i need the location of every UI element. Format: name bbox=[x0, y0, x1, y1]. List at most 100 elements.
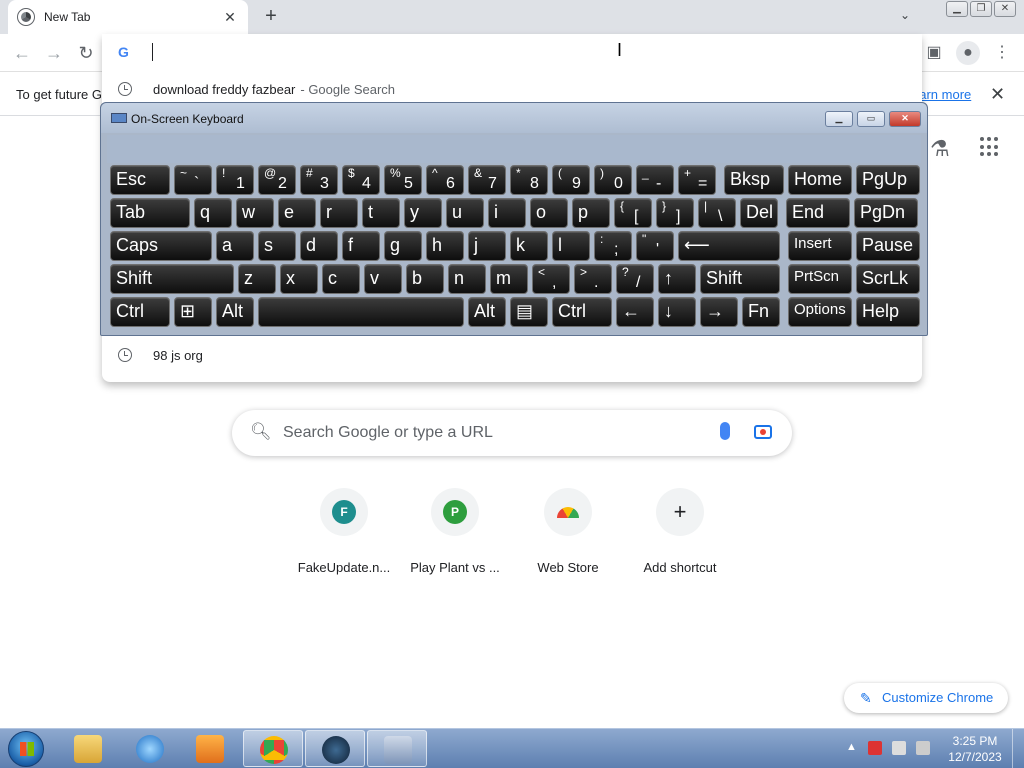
osk-key[interactable]: & 7 bbox=[468, 165, 506, 195]
osk-key[interactable]: % 5 bbox=[384, 165, 422, 195]
osk-key[interactable]: Ctrl bbox=[110, 297, 170, 327]
osk-restore-button[interactable]: ▭ bbox=[857, 111, 885, 127]
back-button[interactable]: ← bbox=[10, 41, 34, 65]
osk-key[interactable]: b bbox=[406, 264, 444, 294]
osk-key[interactable]: Help bbox=[856, 297, 920, 327]
camera-icon[interactable] bbox=[754, 425, 772, 439]
taskbar-steam[interactable] bbox=[305, 730, 365, 767]
osk-key[interactable]: Shift bbox=[110, 264, 234, 294]
osk-key[interactable]: #3 bbox=[300, 165, 338, 195]
osk-key[interactable]: e bbox=[278, 198, 316, 228]
osk-title-bar[interactable]: On-Screen Keyboard ▁ ▭ ✕ bbox=[101, 103, 927, 133]
osk-key[interactable]: Shift bbox=[700, 264, 780, 294]
osk-key[interactable]: Bksp bbox=[724, 165, 784, 195]
osk-key[interactable]: ↑ bbox=[658, 264, 696, 294]
omnibox-input[interactable] bbox=[152, 43, 153, 61]
osk-key[interactable]: → bbox=[700, 297, 738, 327]
osk-key[interactable]: n bbox=[448, 264, 486, 294]
osk-key[interactable]: + = bbox=[678, 165, 716, 195]
osk-key[interactable]: o bbox=[530, 198, 568, 228]
osk-key[interactable]: Alt bbox=[216, 297, 254, 327]
osk-key[interactable]: g bbox=[384, 231, 422, 261]
osk-key[interactable]: Alt bbox=[468, 297, 506, 327]
taskbar-ie[interactable] bbox=[120, 730, 180, 767]
microphone-icon[interactable] bbox=[720, 422, 730, 440]
osk-close-button[interactable]: ✕ bbox=[889, 111, 921, 127]
osk-key[interactable]: z bbox=[238, 264, 276, 294]
osk-key[interactable]: Del bbox=[740, 198, 778, 228]
osk-key[interactable]: ScrLk bbox=[856, 264, 920, 294]
suggestion-item[interactable]: download freddy fazbear - Google Search bbox=[102, 74, 922, 104]
osk-key[interactable]: $4 bbox=[342, 165, 380, 195]
osk-key[interactable]: End bbox=[786, 198, 850, 228]
taskbar-osk[interactable] bbox=[367, 730, 427, 767]
osk-key[interactable]: y bbox=[404, 198, 442, 228]
osk-key[interactable]: Pause bbox=[856, 231, 920, 261]
osk-key[interactable]: {[ bbox=[614, 198, 652, 228]
osk-key[interactable]: ! 1 bbox=[216, 165, 254, 195]
osk-key[interactable]: m bbox=[490, 264, 528, 294]
osk-key[interactable]: Tab bbox=[110, 198, 190, 228]
osk-key[interactable]: v bbox=[364, 264, 402, 294]
osk-key[interactable]: Caps bbox=[110, 231, 212, 261]
osk-key[interactable]: ? / bbox=[616, 264, 654, 294]
chevron-down-icon[interactable]: ⌄ bbox=[896, 8, 914, 26]
osk-key[interactable]: ⟵ bbox=[678, 231, 780, 261]
close-icon[interactable]: ✕ bbox=[990, 84, 1005, 105]
start-button[interactable] bbox=[8, 731, 44, 767]
maximize-button[interactable]: ❐ bbox=[970, 1, 992, 17]
show-hidden-icons[interactable]: ▲ bbox=[846, 741, 857, 753]
osk-key[interactable]: s bbox=[258, 231, 296, 261]
labs-flask-icon[interactable]: ⚗ bbox=[930, 136, 950, 162]
osk-key[interactable]: PgUp bbox=[856, 165, 920, 195]
osk-key[interactable]: i bbox=[488, 198, 526, 228]
ntp-search-box[interactable]: 🔍︎ Search Google or type a URL bbox=[232, 410, 792, 456]
osk-key[interactable]: l bbox=[552, 231, 590, 261]
osk-key[interactable]: * 8 bbox=[510, 165, 548, 195]
osk-key[interactable]: PrtScn bbox=[788, 264, 852, 294]
osk-key[interactable]: f bbox=[342, 231, 380, 261]
action-center-icon[interactable] bbox=[868, 741, 882, 755]
osk-key[interactable]: ~ ` bbox=[174, 165, 212, 195]
osk-key[interactable]: h bbox=[426, 231, 464, 261]
clock[interactable]: 3:25 PM 12/7/2023 bbox=[944, 733, 1006, 765]
osk-key[interactable]: Fn bbox=[742, 297, 780, 327]
osk-key[interactable]: u bbox=[446, 198, 484, 228]
osk-key[interactable]: ) 0 bbox=[594, 165, 632, 195]
osk-key[interactable]: Esc bbox=[110, 165, 170, 195]
osk-key[interactable]: Options bbox=[788, 297, 852, 327]
tab-new-tab[interactable]: New Tab ✕ bbox=[8, 0, 248, 34]
close-window-button[interactable]: ✕ bbox=[994, 1, 1016, 17]
osk-key[interactable]: x bbox=[280, 264, 318, 294]
shortcut-tile[interactable]: F FakeUpdate.n... bbox=[288, 488, 400, 575]
osk-key[interactable]: ⊞ bbox=[174, 297, 212, 327]
forward-button[interactable]: → bbox=[42, 41, 66, 65]
osk-key[interactable] bbox=[258, 297, 464, 327]
customize-chrome-button[interactable]: ✎ Customize Chrome bbox=[844, 683, 1008, 713]
osk-key[interactable]: k bbox=[510, 231, 548, 261]
taskbar-chrome[interactable] bbox=[243, 730, 303, 767]
osk-key[interactable]: t bbox=[362, 198, 400, 228]
osk-key[interactable]: d bbox=[300, 231, 338, 261]
osk-key[interactable]: | \ bbox=[698, 198, 736, 228]
osk-key[interactable]: Ctrl bbox=[552, 297, 612, 327]
osk-key[interactable]: ▤ bbox=[510, 297, 548, 327]
osk-key[interactable]: Insert bbox=[788, 231, 852, 261]
osk-key[interactable]: p bbox=[572, 198, 610, 228]
menu-icon[interactable]: ⋮ bbox=[990, 41, 1014, 65]
taskbar-media-player[interactable] bbox=[180, 730, 240, 767]
side-panel-icon[interactable]: ▣ bbox=[922, 41, 946, 65]
osk-key[interactable]: c bbox=[322, 264, 360, 294]
osk-key[interactable]: PgDn bbox=[854, 198, 918, 228]
osk-key[interactable]: a bbox=[216, 231, 254, 261]
add-shortcut-tile[interactable]: + Add shortcut bbox=[624, 488, 736, 575]
osk-key[interactable]: w bbox=[236, 198, 274, 228]
shortcut-tile[interactable]: Web Store bbox=[512, 488, 624, 575]
osk-key[interactable]: >. bbox=[574, 264, 612, 294]
apps-grid-icon[interactable] bbox=[980, 137, 1000, 157]
osk-key[interactable]: ↓ bbox=[658, 297, 696, 327]
osk-key[interactable]: <, bbox=[532, 264, 570, 294]
osk-key[interactable]: " ' bbox=[636, 231, 674, 261]
osk-key[interactable]: ^ 6 bbox=[426, 165, 464, 195]
osk-key[interactable]: }] bbox=[656, 198, 694, 228]
